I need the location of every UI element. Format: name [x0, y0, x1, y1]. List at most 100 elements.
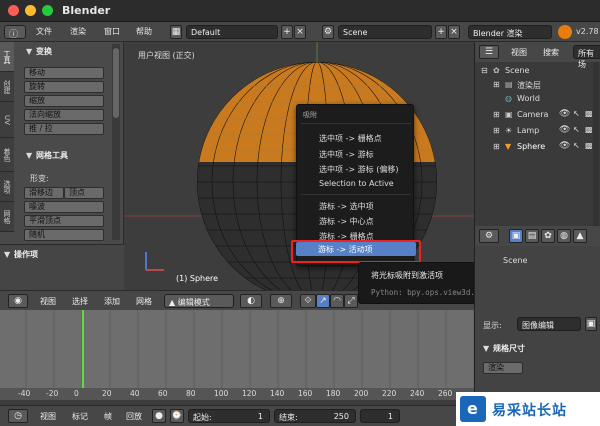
screen-layout-icon[interactable]: ▦ [170, 25, 182, 39]
snap-selection-to-cursor-offset[interactable]: 选中项 -> 游标 (偏移) [319, 164, 398, 175]
smooth-vertex-button[interactable]: 平滑顶点 [24, 215, 104, 227]
operator-panel-title[interactable]: 操作项 [14, 249, 38, 260]
scene-tab-icon[interactable]: ✿ [541, 229, 555, 243]
tab-uv[interactable]: UV [0, 102, 14, 138]
layers-tab-icon[interactable]: ▤ [525, 229, 539, 243]
screen-layout-field[interactable]: Default [186, 25, 278, 39]
transform-panel-title[interactable]: 变换 [36, 46, 52, 57]
visibility-eye-icon[interactable]: 👁 [559, 125, 570, 135]
properties-editor-icon[interactable]: ⚙ [479, 229, 499, 243]
remove-layout-button[interactable]: × [294, 25, 306, 39]
timeline-menu-frame[interactable]: 帧 [104, 411, 112, 422]
outliner-display-mode[interactable]: 所有场 [573, 45, 600, 69]
select-arrow-icon[interactable]: ↖ [573, 125, 580, 134]
snap-cursor-to-selected[interactable]: 游标 -> 选中项 [319, 201, 374, 212]
display-select[interactable]: 图像编辑 [517, 317, 581, 331]
end-frame-field[interactable]: 结束: 250 [274, 409, 356, 423]
tab-options[interactable]: 选项 [0, 172, 14, 202]
close-window-button[interactable] [8, 5, 19, 16]
snap-selection-to-cursor[interactable]: 选中项 -> 游标 [319, 149, 374, 160]
outliner-row-camera[interactable]: ⊞ ▣ Camera 👁 ↖ ▩ [475, 108, 600, 122]
rotate-button[interactable]: 旋转 [24, 81, 104, 93]
snap-selection-to-grid[interactable]: 选中项 -> 栅格点 [319, 133, 382, 144]
outliner-row-world[interactable]: ◍ World [475, 92, 600, 106]
menu-file[interactable]: 文件 [36, 26, 52, 37]
manipulator-icon[interactable]: ⟐ [300, 294, 316, 308]
slide-edge-button[interactable]: 滑移边 [24, 187, 64, 199]
tab-mesh[interactable]: 网格 [0, 202, 14, 232]
object-tab-icon[interactable]: ▲ [573, 229, 587, 243]
current-frame-field[interactable]: 1 [360, 409, 400, 423]
editor-type-button[interactable]: ⓘ [4, 25, 26, 40]
menu-render[interactable]: 渲染 [70, 26, 86, 37]
menu-add[interactable]: 添加 [104, 296, 120, 307]
timeline-editor-icon[interactable]: ◷ [8, 409, 28, 423]
record-icon[interactable]: ● [152, 409, 166, 423]
remove-scene-button[interactable]: × [448, 25, 460, 39]
tab-tools[interactable]: 工具 [0, 42, 14, 72]
expand-icon[interactable]: ⊞ [493, 142, 500, 151]
select-arrow-icon[interactable]: ↖ [573, 109, 580, 118]
outliner-row-renderlayers[interactable]: ⊞ ▤ 渲染层 [475, 78, 600, 92]
mesh-tools-panel-title[interactable]: 网格工具 [36, 150, 68, 161]
outliner-menu-search[interactable]: 搜索 [543, 47, 559, 58]
tab-create[interactable]: 创建 [0, 72, 14, 102]
render-camera-icon[interactable]: ▩ [585, 141, 593, 150]
expand-icon[interactable]: ⊞ [493, 110, 500, 119]
transform-collapse-icon[interactable]: ▼ [26, 47, 32, 56]
rotate-manipulator-icon[interactable]: ◠ [330, 294, 344, 308]
timeline-menu-marker[interactable]: 标记 [72, 411, 88, 422]
expand-icon[interactable]: ⊞ [493, 126, 500, 135]
lock-icon[interactable]: ▣ [585, 317, 597, 331]
push-pull-button[interactable]: 推 / 拉 [24, 123, 104, 135]
outliner-row-scene[interactable]: ⊟ ✿ Scene [475, 64, 600, 78]
outliner-row-sphere[interactable]: ⊞ ▼ Sphere 👁 ↖ ▩ [475, 140, 600, 154]
menu-window[interactable]: 窗口 [104, 26, 120, 37]
snap-selection-to-active[interactable]: Selection to Active [319, 179, 394, 188]
snap-cursor-to-center[interactable]: 游标 -> 中心点 [319, 216, 374, 227]
maximize-window-button[interactable] [42, 5, 53, 16]
viewport-shading-icon[interactable]: ◐ [240, 294, 262, 308]
collapse-icon[interactable]: ⊟ [481, 66, 488, 75]
dimensions-collapse-icon[interactable]: ▼ [483, 344, 489, 353]
editor-type-3d-icon[interactable]: ◉ [8, 294, 28, 308]
toolshelf-scroll-thumb[interactable] [113, 48, 119, 118]
mesh-tools-collapse-icon[interactable]: ▼ [26, 151, 32, 160]
menu-help[interactable]: 帮助 [136, 26, 152, 37]
operator-collapse-icon[interactable]: ▼ [4, 250, 10, 259]
dimensions-panel-title[interactable]: 规格尺寸 [493, 343, 525, 354]
preview-range-icon[interactable]: ⌚ [170, 409, 184, 423]
menu-select[interactable]: 选择 [72, 296, 88, 307]
translate-manipulator-icon[interactable]: ↗ [316, 294, 330, 308]
select-arrow-icon[interactable]: ↖ [573, 141, 580, 150]
render-button[interactable]: 渲染 [483, 362, 523, 374]
add-layout-button[interactable]: + [281, 25, 293, 39]
move-button[interactable]: 移动 [24, 67, 104, 79]
render-tab-icon[interactable]: ▣ [509, 229, 523, 243]
render-camera-icon[interactable]: ▩ [585, 125, 593, 134]
world-tab-icon[interactable]: ◍ [557, 229, 571, 243]
add-scene-button[interactable]: + [435, 25, 447, 39]
expand-icon[interactable]: ⊞ [493, 80, 500, 89]
menu-mesh[interactable]: 网格 [136, 296, 152, 307]
shrink-fatten-button[interactable]: 法向缩放 [24, 109, 104, 121]
current-frame-marker[interactable] [82, 310, 84, 400]
randomize-button[interactable]: 随机 [24, 229, 104, 241]
outliner-scrollbar[interactable] [593, 62, 599, 226]
noise-button[interactable]: 噪波 [24, 201, 104, 213]
visibility-eye-icon[interactable]: 👁 [559, 141, 570, 151]
minimize-window-button[interactable] [25, 5, 36, 16]
render-engine-select[interactable]: Blender 渲染 [468, 25, 552, 39]
outliner-row-lamp[interactable]: ⊞ ☀ Lamp 👁 ↖ ▩ [475, 124, 600, 138]
timeline-menu-playback[interactable]: 回放 [126, 411, 142, 422]
render-camera-icon[interactable]: ▩ [585, 109, 593, 118]
timeline-menu-view[interactable]: 视图 [40, 411, 56, 422]
visibility-eye-icon[interactable]: 👁 [559, 109, 570, 119]
start-frame-field[interactable]: 起始: 1 [188, 409, 270, 423]
pivot-point-icon[interactable]: ⊕ [270, 294, 292, 308]
menu-view[interactable]: 视图 [40, 296, 56, 307]
scene-icon[interactable]: ⚙ [322, 25, 334, 39]
outliner-menu-view[interactable]: 视图 [511, 47, 527, 58]
vertex-slide-button[interactable]: 顶点 [64, 187, 104, 199]
scene-field[interactable]: Scene [338, 25, 432, 39]
